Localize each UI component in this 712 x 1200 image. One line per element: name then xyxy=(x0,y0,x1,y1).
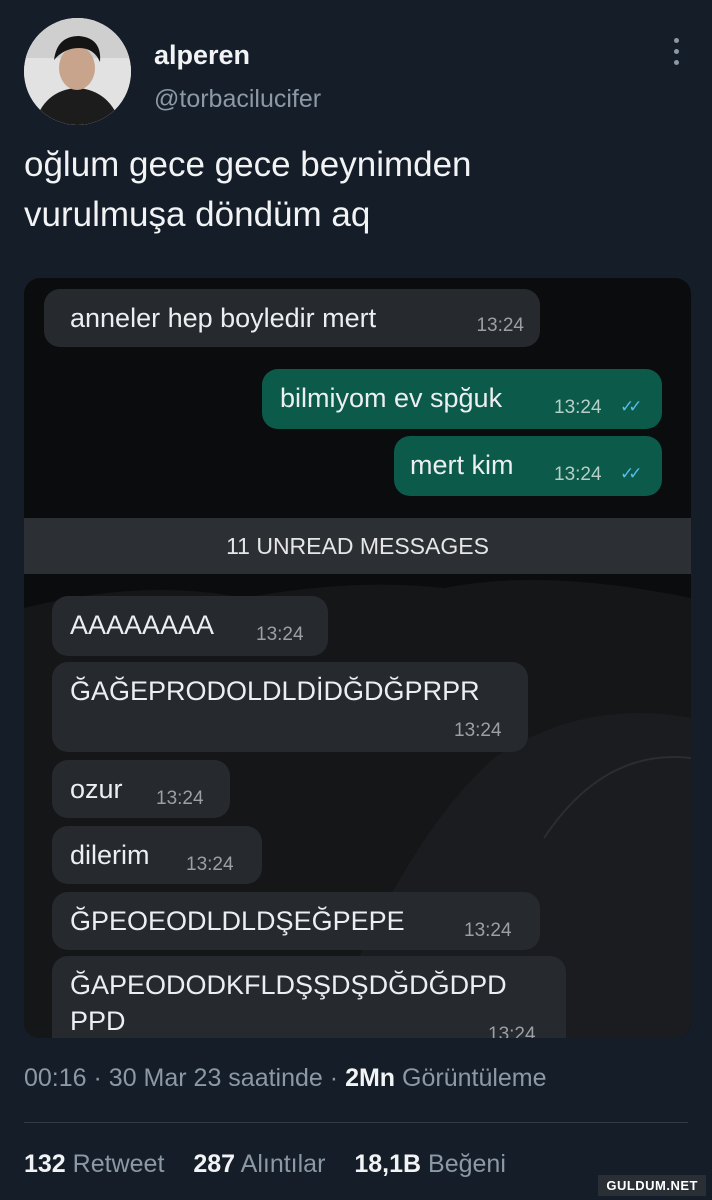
message-time: 13:24 xyxy=(256,624,304,645)
tweet-metadata: 00:16 · 30 Mar 23 saatinde · 2Mn Görüntü… xyxy=(24,1064,547,1093)
watermark: GULDUM.NET xyxy=(598,1175,706,1196)
likes-stat[interactable]: 18,1B Beğeni xyxy=(354,1150,506,1178)
message-time: 13:24 xyxy=(554,464,602,485)
message-text: mert kim xyxy=(410,450,514,480)
views-label: Görüntüleme xyxy=(402,1064,547,1092)
separator-dot: · xyxy=(93,1064,102,1092)
message-text: ĞPEOEODLDLDŞEĞPEPE xyxy=(70,906,405,936)
more-options-icon[interactable] xyxy=(672,38,680,70)
chat-bubble-incoming[interactable]: ĞPEOEODLDLDŞEĞPEPE 13:24 xyxy=(52,892,540,950)
tweet-text-line: vurulmuşa döndüm aq xyxy=(24,195,371,234)
quotes-count: 287 xyxy=(193,1150,236,1178)
message-time: 13:24 xyxy=(554,397,602,418)
message-text: ĞAĞEPRODOLDLDİDĞDĞPRPR xyxy=(70,676,480,706)
message-time: 13:24 xyxy=(476,315,524,336)
message-time: 13:24 xyxy=(186,854,234,875)
tweet-text-line: oğlum gece gece beynimden xyxy=(24,145,472,184)
message-text: dilerim xyxy=(70,840,150,870)
message-text: AAAAAAAA xyxy=(70,610,215,640)
message-text: ĞAPEODODKFLDŞŞDŞDĞDĞDPD xyxy=(70,970,507,1000)
divider xyxy=(24,1122,688,1123)
chat-bubble-incoming[interactable]: dilerim 13:24 xyxy=(52,826,262,884)
tweet-date[interactable]: 30 Mar 23 saatinde xyxy=(109,1064,323,1092)
quotes-stat[interactable]: 287 Alıntılar xyxy=(193,1150,325,1178)
display-name[interactable]: alperen xyxy=(154,40,321,71)
username-handle[interactable]: @torbacilucifer xyxy=(154,85,321,114)
engagement-stats: 132 Retweet 287 Alıntılar 18,1B Beğeni xyxy=(24,1150,506,1179)
chat-bubble-outgoing[interactable]: mert kim 13:24 ✓✓ xyxy=(394,436,662,496)
retweets-count: 132 xyxy=(24,1150,66,1178)
message-text: ozur xyxy=(70,774,123,804)
retweets-label: Retweet xyxy=(72,1150,165,1178)
message-time: 13:24 xyxy=(156,788,204,809)
unread-messages-banner: 11 UNREAD MESSAGES xyxy=(24,518,691,574)
read-receipt-icon: ✓✓ xyxy=(620,397,642,416)
read-receipt-icon: ✓✓ xyxy=(620,464,642,483)
likes-label: Beğeni xyxy=(428,1150,506,1178)
chat-bubble-incoming[interactable]: ĞAĞEPRODOLDLDİDĞDĞPRPR 13:24 xyxy=(52,662,528,752)
chat-bubble-outgoing[interactable]: bilmiyom ev spğuk 13:24 ✓✓ xyxy=(262,369,662,429)
message-time: 13:24 xyxy=(464,920,512,941)
chat-bubble-incoming[interactable]: anneler hep boyledir mert 13:24 xyxy=(44,289,540,347)
chat-bubble-incoming[interactable]: AAAAAAAA 13:24 xyxy=(52,596,328,656)
message-text: PPD xyxy=(70,1006,126,1036)
tweet-image[interactable]: anneler hep boyledir mert 13:24 bilmiyom… xyxy=(24,278,691,1038)
likes-count: 18,1B xyxy=(354,1150,422,1178)
tweet-time[interactable]: 00:16 xyxy=(24,1064,87,1092)
tweet-text: oğlum gece gece beynimden vurulmuşa dönd… xyxy=(24,140,684,240)
message-time: 13:24 xyxy=(488,1024,536,1038)
message-time: 13:24 xyxy=(454,720,502,741)
quotes-label: Alıntılar xyxy=(240,1150,326,1178)
message-text: bilmiyom ev spğuk xyxy=(280,383,503,413)
chat-bubble-incoming[interactable]: ozur 13:24 xyxy=(52,760,230,818)
views-count: 2Mn xyxy=(345,1064,396,1092)
tweet-header: alperen @torbacilucifer xyxy=(24,18,688,128)
message-text: anneler hep boyledir mert xyxy=(70,303,377,333)
avatar[interactable] xyxy=(24,18,131,125)
separator-dot: · xyxy=(329,1064,339,1092)
retweets-stat[interactable]: 132 Retweet xyxy=(24,1150,164,1178)
chat-bubble-incoming[interactable]: ĞAPEODODKFLDŞŞDŞDĞDĞDPD PPD 13:24 xyxy=(52,956,566,1038)
